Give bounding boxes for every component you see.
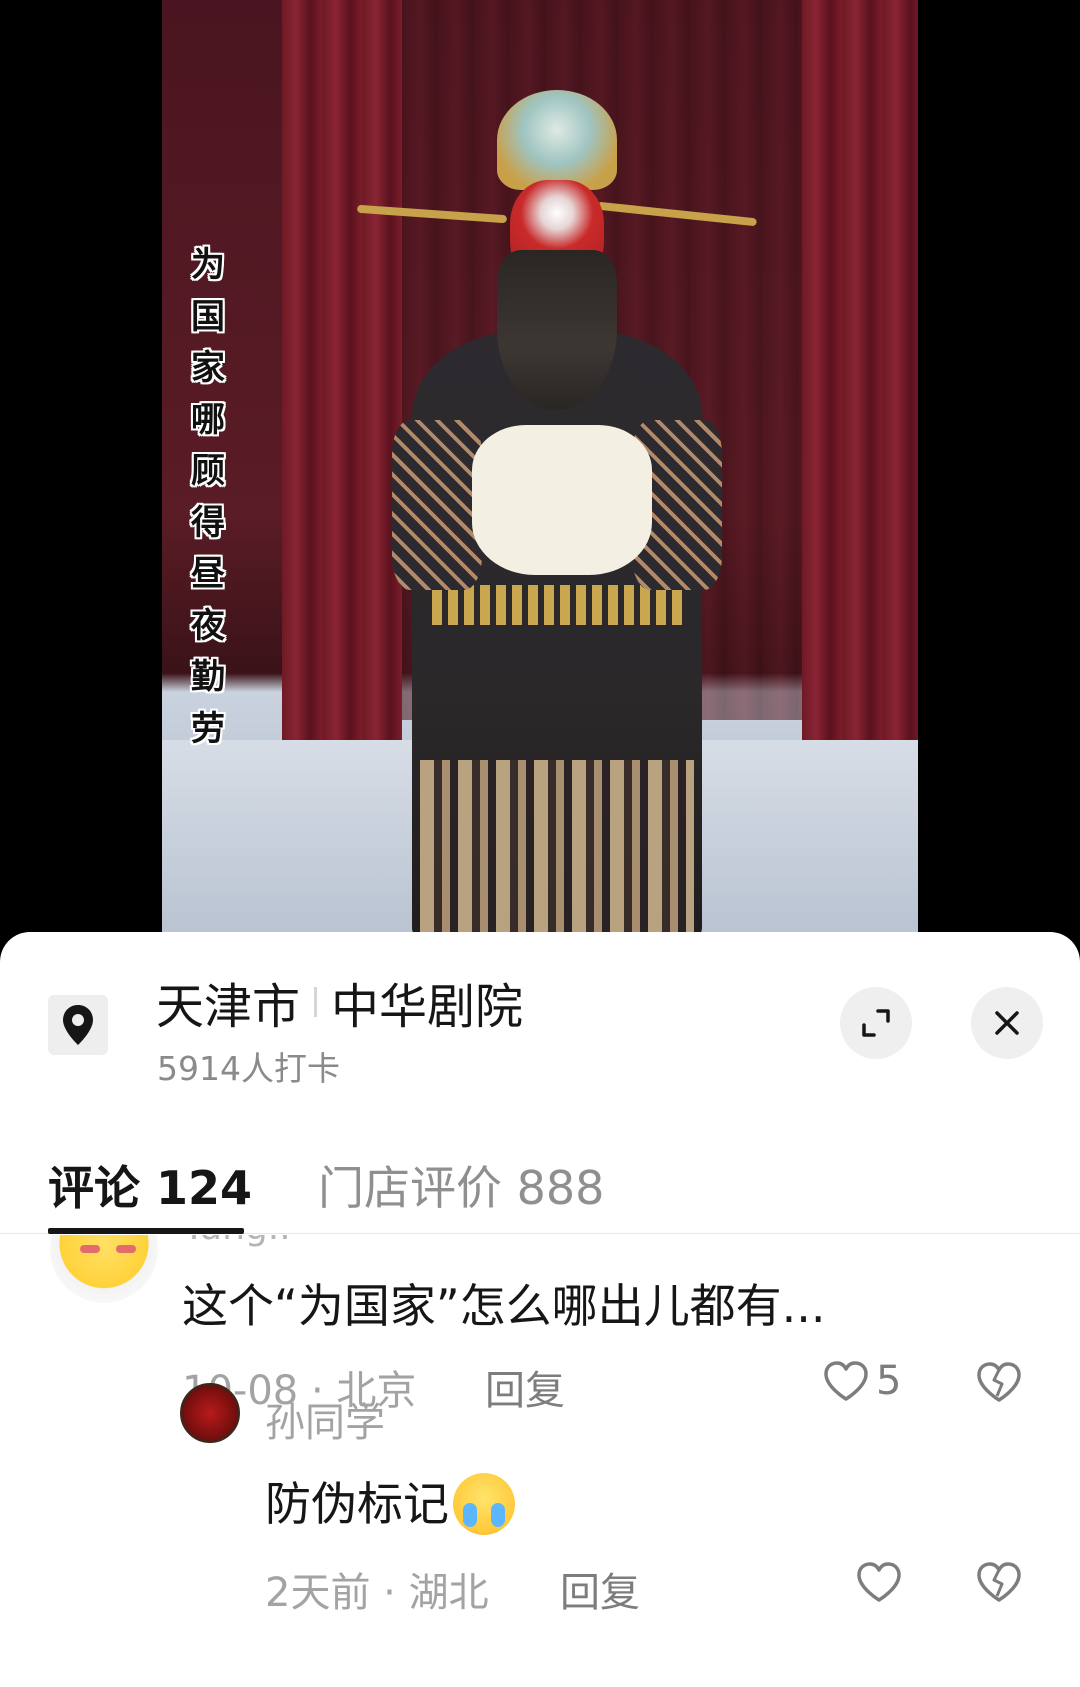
tab-comments[interactable]: 评论 124 [48,1152,252,1218]
avatar-cheek [80,1245,100,1253]
subtitle-char: 国 [191,296,225,337]
heart-icon [857,1562,901,1602]
checkin-count: 5914人打卡 [157,1049,340,1088]
performer-sleeve-left [392,420,482,590]
broken-heart-icon [977,1562,1021,1602]
dislike-button[interactable] [975,1360,1023,1408]
robe-belt [432,585,682,625]
like-button[interactable] [855,1560,903,1604]
subtitle-char: 昼 [191,554,225,594]
avatar[interactable] [180,1383,240,1443]
broken-heart-icon [977,1362,1021,1402]
expand-icon [862,1009,890,1037]
subtitle-char: 得 [191,502,225,543]
stage-curtain-right [802,0,918,740]
comment-meta: 2天前 · 湖北 [265,1570,489,1616]
subtitle-char: 劳 [191,708,225,749]
comment-text-body: 防伪标记 [265,1477,449,1531]
reply-button[interactable]: 回复 [560,1560,640,1618]
video-subtitle: 为 国 家 哪 顾 得 昼 夜 勤 劳 [182,240,234,755]
stage-curtain-left [282,0,402,740]
like-count: 5 [876,1358,902,1404]
like-button[interactable]: 5 [822,1358,901,1404]
opera-performer [356,80,757,935]
expand-button[interactable] [840,987,912,1059]
comment-tabs: 评论 124 门店评价 888 [0,1142,1080,1234]
comment-text[interactable]: 这个“为国家”怎么哪出儿都有... [182,1270,826,1336]
close-icon [995,1011,1019,1035]
active-tab-indicator [48,1228,244,1234]
video-player[interactable]: 为 国 家 哪 顾 得 昼 夜 勤 劳 [0,0,1080,935]
comment-username[interactable]: 孙同学 [265,1390,385,1448]
comment-text[interactable]: 防伪标记 [265,1468,515,1539]
place-city: 天津市 [156,979,301,1035]
location-header: 天津市 中华剧院 5914人打卡 [0,932,1080,1112]
reply-button[interactable]: 回复 [485,1358,565,1416]
close-button[interactable] [971,987,1043,1059]
tab-store-reviews[interactable]: 门店评价 888 [318,1152,604,1218]
comment-username[interactable]: Yang.. [183,1235,291,1248]
location-pin-icon [63,1005,93,1045]
crying-face-emoji-icon [453,1472,515,1535]
performer-water-sleeves [472,425,652,575]
avatar[interactable] [50,1235,158,1303]
subtitle-char: 夜 [191,605,225,646]
subtitle-char: 家 [191,348,225,388]
subtitle-char: 顾 [191,451,225,491]
dislike-button[interactable] [975,1560,1023,1608]
place-venue: 中华剧院 [331,979,524,1035]
comment-list[interactable]: Yang.. 这个“为国家”怎么哪出儿都有... 10-08 · 北京 回复 5… [0,1235,1080,1687]
performer-beard [497,250,617,410]
video-frame[interactable] [162,0,918,935]
subtitle-char: 哪 [191,399,225,440]
location-pin-box [48,995,108,1055]
subtitle-char: 勤 [191,657,225,697]
heart-icon [824,1361,868,1401]
robe-embroidery [420,760,694,935]
performer-crown [497,90,617,190]
subtitle-char: 为 [191,245,225,285]
title-divider [314,987,318,1017]
place-title[interactable]: 天津市 中华剧院 [156,967,523,1037]
avatar-cheek [116,1245,136,1253]
location-comments-sheet: 天津市 中华剧院 5914人打卡 评论 124 门店评价 888 这个“为国家”… [0,932,1080,1687]
